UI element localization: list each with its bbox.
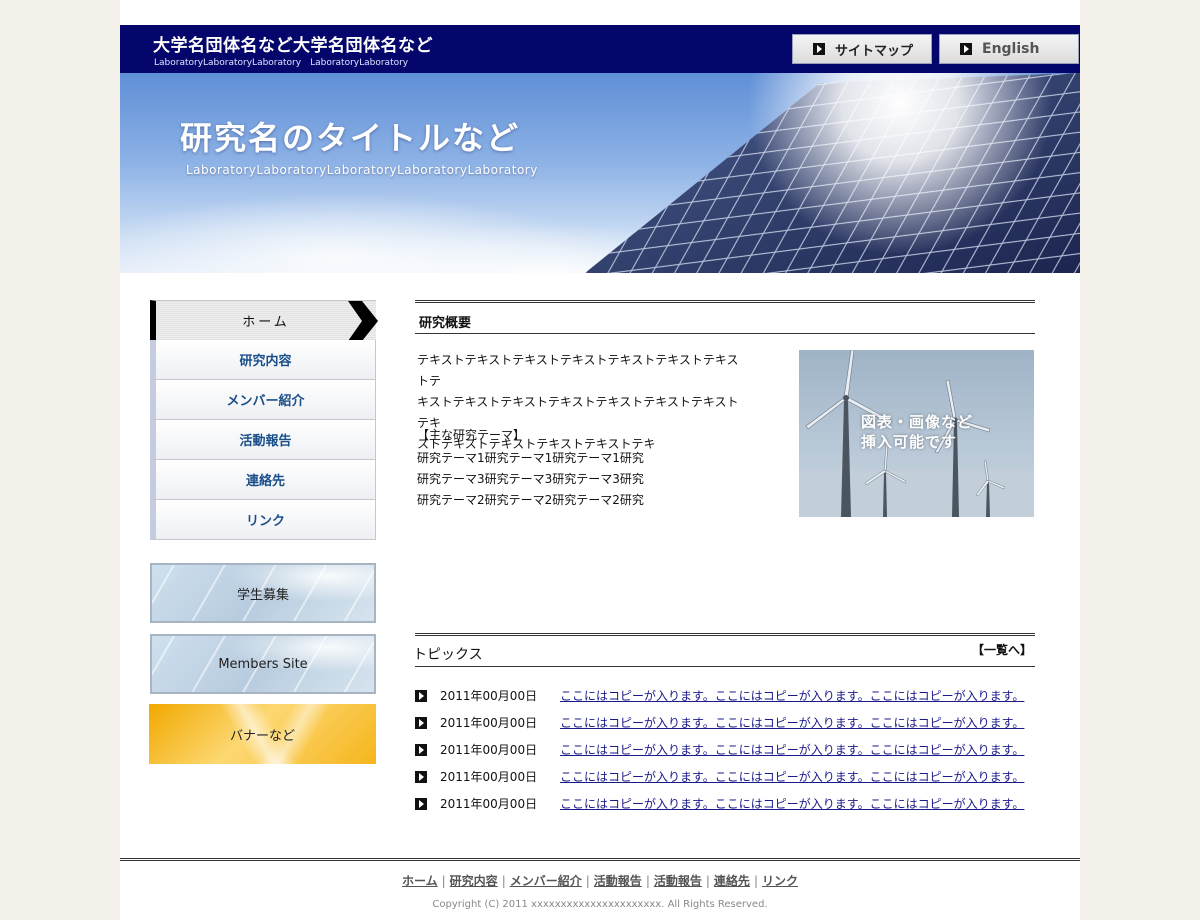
topic-link[interactable]: ここにはコピーが入ります。ここにはコピーが入ります。ここにはコピーが入ります。	[560, 795, 1024, 812]
org-title: 大学名団体名など大学名団体名など	[153, 36, 433, 56]
nav-item-label: 連絡先	[245, 474, 285, 489]
theme-list: 研究テーマ1研究テーマ1研究テーマ1研究 研究テーマ3研究テーマ3研究テーマ3研…	[417, 448, 644, 511]
image-caption: 図表・画像など 挿入可能です	[861, 412, 973, 452]
topic-date: 2011年00月00日	[440, 743, 538, 757]
nav-item-contact[interactable]: 連絡先	[150, 460, 376, 500]
topic-row: 2011年00月00日 ここにはコピーが入ります。ここにはコピーが入ります。ここ…	[415, 736, 1035, 763]
arrow-right-icon	[415, 743, 427, 756]
members-site-banner[interactable]: Members Site	[150, 634, 376, 694]
arrow-right-icon	[960, 43, 972, 55]
nav-item-label: リンク	[245, 514, 285, 529]
misc-banner[interactable]: バナーなど	[149, 704, 376, 764]
arrow-right-icon	[813, 43, 825, 55]
side-nav: ホーム 研究内容 メンバー紹介 活動報告 連絡先 リンク	[150, 300, 378, 540]
footer-link-activity-2[interactable]: 活動報告	[654, 874, 702, 888]
org-subtitle: LaboratoryLaboratoryLaboratory Laborator…	[154, 58, 409, 68]
english-label: English	[982, 41, 1040, 57]
topic-link[interactable]: ここにはコピーが入ります。ここにはコピーが入ります。ここにはコピーが入ります。	[560, 714, 1024, 731]
topic-date: 2011年00月00日	[440, 689, 538, 703]
hero-subtitle: LaboratoryLaboratoryLaboratoryLaboratory…	[186, 163, 538, 177]
footer-link-members[interactable]: メンバー紹介	[510, 874, 582, 888]
topics-heading: トピックス	[413, 647, 483, 663]
footer-link-activity[interactable]: 活動報告	[594, 874, 642, 888]
arrow-right-icon	[415, 716, 427, 729]
hero-banner: 研究名のタイトルなど LaboratoryLaboratoryLaborator…	[120, 73, 1080, 273]
nav-item-activity[interactable]: 活動報告	[150, 420, 376, 460]
footer-separator: |	[441, 874, 446, 888]
theme-title: 【主な研究テーマ】	[417, 428, 526, 442]
members-site-banner-label: Members Site	[218, 656, 308, 672]
footer-separator: |	[705, 874, 710, 888]
arrow-right-icon	[415, 689, 427, 702]
topic-link[interactable]: ここにはコピーが入ります。ここにはコピーが入ります。ここにはコピーが入ります。	[560, 687, 1024, 704]
nav-item-links[interactable]: リンク	[150, 500, 376, 540]
sitemap-label: サイトマップ	[835, 43, 914, 59]
topics-list: 2011年00月00日 ここにはコピーが入ります。ここにはコピーが入ります。ここ…	[415, 682, 1035, 817]
sitemap-button[interactable]: サイトマップ	[792, 34, 932, 64]
chevron-right-icon	[348, 301, 378, 341]
nav-item-label: 研究内容	[239, 354, 292, 369]
topic-link[interactable]: ここにはコピーが入ります。ここにはコピーが入ります。ここにはコピーが入ります。	[560, 768, 1024, 785]
footer-link-contact[interactable]: 連絡先	[714, 874, 750, 888]
footer-separator: |	[501, 874, 506, 888]
footer-link-research[interactable]: 研究内容	[450, 874, 498, 888]
topic-row: 2011年00月00日 ここにはコピーが入ります。ここにはコピーが入ります。ここ…	[415, 763, 1035, 790]
topics-more-link[interactable]: 【一覧へ】	[972, 641, 1032, 658]
footer-separator: |	[585, 874, 590, 888]
footer-link-home[interactable]: ホーム	[402, 874, 438, 888]
footer-separator: |	[753, 874, 758, 888]
overview-heading: 研究概要	[419, 316, 472, 331]
footer-nav: ホーム | 研究内容 | メンバー紹介 | 活動報告 | 活動報告 | 連絡先 | リンク	[120, 872, 1080, 889]
recruit-banner-label: 学生募集	[236, 587, 289, 603]
arrow-right-icon	[415, 797, 427, 810]
footer-divider	[120, 858, 1080, 861]
hero-title: 研究名のタイトルなど	[180, 119, 521, 157]
theme-item: 研究テーマ3研究テーマ3研究テーマ3研究	[417, 472, 644, 486]
image-caption-line: 挿入可能です	[861, 433, 958, 451]
footer-link-links[interactable]: リンク	[762, 874, 798, 888]
topic-date: 2011年00月00日	[440, 716, 538, 730]
english-button[interactable]: English	[939, 34, 1079, 64]
overview-line: テキストテキストテキストテキストテキストテキストテキストテ	[417, 353, 739, 388]
topic-row: 2011年00月00日 ここにはコピーが入ります。ここにはコピーが入ります。ここ…	[415, 709, 1035, 736]
topic-date: 2011年00月00日	[440, 770, 538, 784]
overview-heading-bar: 研究概要	[415, 300, 1035, 334]
copyright: Copyright (C) 2011 xxxxxxxxxxxxxxxxxxxxx…	[432, 899, 768, 910]
nav-item-home[interactable]: ホーム	[150, 300, 378, 341]
page: 大学名団体名など大学名団体名など LaboratoryLaboratoryLab…	[120, 0, 1080, 920]
topics-heading-bar: トピックス	[413, 633, 1035, 667]
footer-separator: |	[645, 874, 650, 888]
recruit-banner[interactable]: 学生募集	[150, 563, 376, 623]
arrow-right-icon	[415, 770, 427, 783]
topic-date: 2011年00月00日	[440, 797, 538, 811]
theme-item: 研究テーマ2研究テーマ2研究テーマ2研究	[417, 493, 644, 507]
misc-banner-label: バナーなど	[229, 728, 295, 744]
nav-item-label: ホーム	[242, 315, 290, 330]
topic-row: 2011年00月00日 ここにはコピーが入ります。ここにはコピーが入ります。ここ…	[415, 790, 1035, 817]
nav-item-research[interactable]: 研究内容	[150, 340, 376, 380]
nav-item-label: メンバー紹介	[226, 394, 305, 409]
sun-glow	[720, 73, 1080, 253]
nav-item-members[interactable]: メンバー紹介	[150, 380, 376, 420]
nav-item-label: 活動報告	[239, 434, 292, 449]
theme-item: 研究テーマ1研究テーマ1研究テーマ1研究	[417, 451, 644, 465]
topic-row: 2011年00月00日 ここにはコピーが入ります。ここにはコピーが入ります。ここ…	[415, 682, 1035, 709]
image-caption-line: 図表・画像など	[861, 413, 974, 431]
topic-link[interactable]: ここにはコピーが入ります。ここにはコピーが入ります。ここにはコピーが入ります。	[560, 741, 1024, 758]
wind-turbine-image: 図表・画像など 挿入可能です	[799, 350, 1034, 517]
site-header: 大学名団体名など大学名団体名など LaboratoryLaboratoryLab…	[120, 25, 1080, 73]
